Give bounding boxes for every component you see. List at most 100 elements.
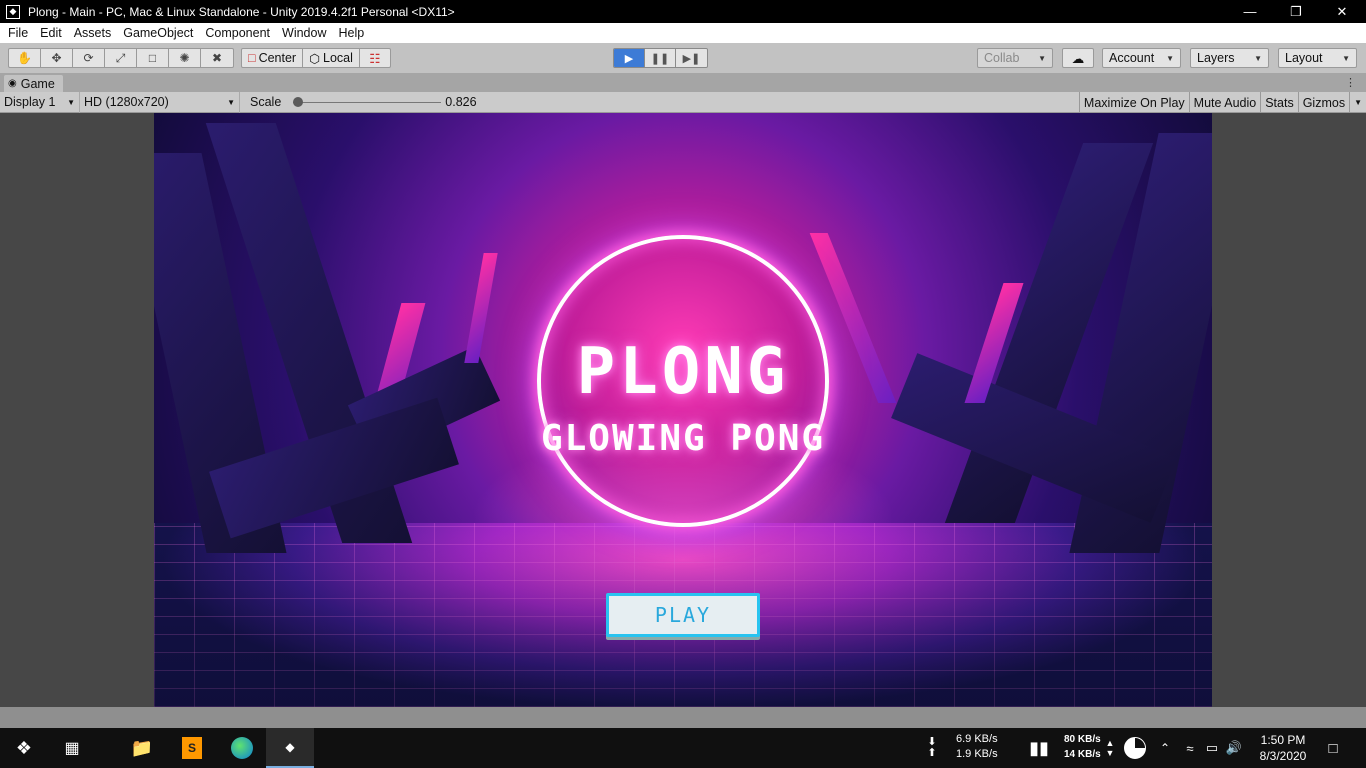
game-subtitle: GLOWING PONG xyxy=(540,418,826,459)
windows-start-icon[interactable]: ❖ xyxy=(0,728,48,768)
game-viewport: PLONG GLOWING PONG PLAY xyxy=(0,113,1366,707)
layout-dropdown[interactable]: Layout ▼ xyxy=(1278,48,1357,68)
menu-window[interactable]: Window xyxy=(276,26,332,40)
scale-label: Scale xyxy=(250,95,282,109)
task-view-icon[interactable]: ▦ xyxy=(48,728,96,768)
pivot-center-button[interactable]: □ Center xyxy=(242,49,304,67)
windows-taskbar: ❖ ▦ 📁 S ◆ ⬇ ⬆ 6.9 KB/s 1.9 KB/s ▮▮ 80 KB/… xyxy=(0,728,1366,768)
account-label: Account xyxy=(1109,51,1155,65)
play-button[interactable]: PLAY xyxy=(606,593,760,637)
chevron-down-icon: ▼ xyxy=(227,97,235,107)
editor-bottom-band xyxy=(0,707,1366,728)
net2-up: 14 KB/s xyxy=(1064,749,1101,760)
playmode-controls: ▶ ❚❚ ▶❚ xyxy=(613,48,708,68)
chevron-down-icon[interactable]: ▼ xyxy=(1349,92,1366,113)
mute-audio-toggle[interactable]: Mute Audio xyxy=(1188,92,1261,113)
cloud-icon[interactable]: ☁ xyxy=(1062,48,1094,68)
transform-icon[interactable]: ✺ xyxy=(169,49,201,67)
game-canvas: PLONG GLOWING PONG PLAY xyxy=(154,113,1212,707)
main-toolbar: ✋ ✥ ⟳ ⤢ □ ✺ ✖ □ Center ⬡ Local ☷ ▶ ❚❚ ▶❚ C… xyxy=(0,43,1366,73)
net-arrows-icon: ⬇ ⬆ xyxy=(927,736,937,759)
net-speed-2: 80 KB/s 14 KB/s xyxy=(1064,732,1101,762)
rotate-icon[interactable]: ⟳ xyxy=(73,49,105,67)
layers-dropdown[interactable]: Layers ▼ xyxy=(1190,48,1269,68)
close-icon[interactable]: ✕ xyxy=(1319,0,1365,23)
layout-label: Layout xyxy=(1285,51,1323,65)
collab-label: Collab xyxy=(984,51,1020,65)
menu-gameobject[interactable]: GameObject xyxy=(117,26,199,40)
display-label: Display 1 xyxy=(4,95,56,109)
clock-time: 1:50 PM xyxy=(1260,733,1306,747)
unity-icon: ◆ xyxy=(6,4,20,19)
notification-icon[interactable]: □ xyxy=(1320,728,1346,768)
scale-slider[interactable] xyxy=(293,92,442,113)
menu-bar: File Edit Assets GameObject Component Wi… xyxy=(0,23,1366,43)
pivot-label: Center xyxy=(258,51,297,65)
snap-icon[interactable]: ☷ xyxy=(360,49,390,67)
chevron-down-icon: ▼ xyxy=(1254,53,1262,63)
maximize-on-play-toggle[interactable]: Maximize On Play xyxy=(1078,92,1189,113)
memory-meter-icon: ▮▮ xyxy=(1029,737,1049,758)
tab-game-label: Game xyxy=(20,76,55,91)
pause-icon[interactable]: ❚❚ xyxy=(645,49,676,67)
menu-assets[interactable]: Assets xyxy=(68,26,118,40)
chevron-down-icon: ▼ xyxy=(1166,53,1174,63)
hand-icon[interactable]: ✋ xyxy=(9,49,41,67)
unity-taskbar-icon[interactable]: ◆ xyxy=(266,728,314,768)
menu-component[interactable]: Component xyxy=(199,26,276,40)
chevron-down-icon: ▼ xyxy=(1342,53,1350,63)
net-up: 1.9 KB/s xyxy=(956,748,998,760)
play-icon[interactable]: ▶ xyxy=(614,49,645,67)
sublime-text-icon[interactable]: S xyxy=(168,728,216,768)
layers-label: Layers xyxy=(1197,51,1235,65)
resolution-label: HD (1280x720) xyxy=(84,95,169,109)
game-view-toolbar: Display 1 ▼ HD (1280x720) ▼ Scale 0.826 Ma… xyxy=(0,91,1366,113)
transform-tools: ✋ ✥ ⟳ ⤢ □ ✺ ✖ xyxy=(8,48,234,68)
scale-icon[interactable]: ⤢ xyxy=(105,49,137,67)
scale-value: 0.826 xyxy=(445,95,477,109)
custom-tool-icon[interactable]: ✖ xyxy=(201,49,233,67)
menu-edit[interactable]: Edit xyxy=(34,26,68,40)
cpu-pie-icon xyxy=(1122,728,1148,768)
window-title: Plong - Main - PC, Mac & Linux Standalon… xyxy=(28,4,455,19)
display-dropdown[interactable]: Display 1 ▼ xyxy=(0,91,80,113)
tab-bar: ◉ Game ⋮ xyxy=(0,73,1366,92)
wifi-icon[interactable]: ≈ xyxy=(1180,728,1200,768)
minimize-icon[interactable]: — xyxy=(1227,0,1273,23)
chevron-up-icon[interactable]: ⌃ xyxy=(1156,728,1174,768)
pivot-controls: □ Center ⬡ Local ☷ xyxy=(241,48,391,68)
slider-track xyxy=(293,101,442,103)
file-explorer-icon[interactable]: 📁 xyxy=(118,728,166,768)
menu-help[interactable]: Help xyxy=(332,26,370,40)
system-clock[interactable]: 1:50 PM 8/3/2020 xyxy=(1240,732,1326,764)
space-local-button[interactable]: ⬡ Local xyxy=(303,49,360,67)
tab-game[interactable]: ◉ Game xyxy=(4,75,63,92)
gizmos-toggle[interactable]: Gizmos xyxy=(1297,92,1349,113)
step-icon[interactable]: ▶❚ xyxy=(676,49,707,67)
game-title: PLONG xyxy=(576,335,790,409)
more-options-icon[interactable]: ⋮ xyxy=(1345,76,1356,89)
account-dropdown[interactable]: Account ▼ xyxy=(1102,48,1181,68)
window-title-bar: ◆ Plong - Main - PC, Mac & Linux Standal… xyxy=(0,0,1366,23)
edge-browser-icon[interactable] xyxy=(218,728,266,768)
clock-date: 8/3/2020 xyxy=(1259,749,1307,763)
net2-down: 80 KB/s xyxy=(1064,734,1101,745)
gamepad-icon: ◉ xyxy=(8,78,17,89)
chevron-down-icon: ▼ xyxy=(1038,53,1046,63)
battery-icon[interactable]: ▭ xyxy=(1202,728,1222,768)
cube-icon: ⬡ xyxy=(309,51,321,66)
net-down: 6.9 KB/s xyxy=(956,733,998,745)
game-view-options: Maximize On Play Mute Audio Stats Gizmos… xyxy=(1078,92,1366,113)
net-speed: 6.9 KB/s 1.9 KB/s xyxy=(956,732,998,762)
menu-file[interactable]: File xyxy=(2,26,34,40)
resolution-dropdown[interactable]: HD (1280x720) ▼ xyxy=(80,91,240,113)
rect-icon[interactable]: □ xyxy=(137,49,169,67)
pivot-icon: □ xyxy=(248,51,256,65)
collab-button[interactable]: Collab ▼ xyxy=(977,48,1053,68)
slider-thumb[interactable] xyxy=(293,96,304,107)
move-icon[interactable]: ✥ xyxy=(41,49,73,67)
restore-icon[interactable]: ❐ xyxy=(1273,0,1319,23)
chevron-down-icon: ▼ xyxy=(67,97,75,107)
stats-toggle[interactable]: Stats xyxy=(1260,92,1298,113)
space-label: Local xyxy=(323,51,353,65)
